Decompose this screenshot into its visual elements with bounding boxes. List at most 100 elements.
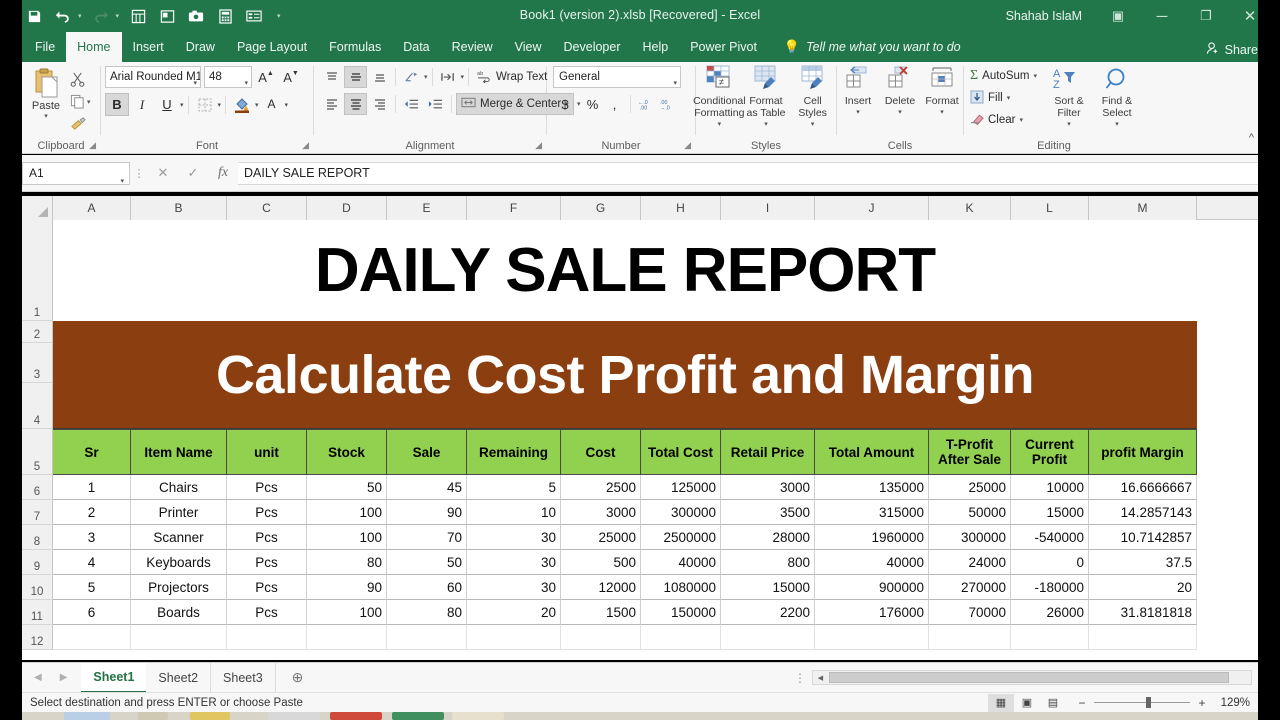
column-header-I[interactable]: I <box>721 196 815 220</box>
row-header-9[interactable]: 9 <box>22 550 53 575</box>
table-cell[interactable]: 6 <box>53 600 131 625</box>
paste-dropdown-caret[interactable]: ▾ <box>44 112 48 120</box>
table-cell[interactable]: 20 <box>1089 575 1197 600</box>
fill-button[interactable]: Fill ▾ <box>970 88 1037 108</box>
table-cell[interactable]: 300000 <box>929 525 1011 550</box>
tab-file[interactable]: File <box>24 32 66 62</box>
table-header-cell[interactable]: Remaining <box>467 429 561 475</box>
table-row[interactable]: 1 Chairs Pcs 50 45 5 2500 125000 3000 135000 25000… <box>53 475 1197 500</box>
clipboard-dialog-launcher[interactable]: ◢ <box>89 137 96 153</box>
table-cell[interactable]: 100 <box>307 500 387 525</box>
table-cell[interactable] <box>53 625 131 650</box>
taskbar-item-3[interactable] <box>190 712 230 720</box>
tab-help[interactable]: Help <box>632 32 680 62</box>
tab-review[interactable]: Review <box>441 32 504 62</box>
scroll-left-arrow[interactable]: ◀ <box>813 674 828 682</box>
underline-button[interactable]: U <box>155 93 179 116</box>
increase-decimal-button[interactable]: ←.0.00 <box>636 93 656 115</box>
decrease-decimal-button[interactable]: .00 →.0 <box>658 93 678 115</box>
table-cell[interactable]: 40000 <box>641 550 721 575</box>
table-cell[interactable] <box>307 625 387 650</box>
table-cell[interactable]: -540000 <box>1011 525 1089 550</box>
enter-formula-icon[interactable]: ✓ <box>178 165 208 181</box>
table-cell[interactable]: 270000 <box>929 575 1011 600</box>
formula-input[interactable]: DAILY SALE REPORT ▾ <box>238 161 1272 185</box>
table-cell[interactable]: Boards <box>131 600 227 625</box>
number-format-select[interactable]: General ▾ <box>553 66 681 88</box>
font-color-button[interactable]: A <box>260 93 284 116</box>
table-cell[interactable]: 1 <box>53 475 131 500</box>
table-cell[interactable]: 176000 <box>815 600 929 625</box>
table-cell[interactable]: 60 <box>387 575 467 600</box>
table-cell[interactable]: 40000 <box>815 550 929 575</box>
row-header-1[interactable]: 1 <box>22 220 53 321</box>
clear-button[interactable]: Clear ▾ <box>970 110 1037 130</box>
table-cell[interactable]: 100 <box>307 525 387 550</box>
column-header-J[interactable]: J <box>815 196 929 220</box>
share-button[interactable]: Share <box>1206 42 1258 58</box>
table-cell[interactable]: 80 <box>387 600 467 625</box>
number-format-caret[interactable]: ▾ <box>673 74 677 94</box>
table-cell[interactable]: 15000 <box>1011 500 1089 525</box>
comma-style-button[interactable]: , <box>605 93 625 115</box>
sheet-tab-sheet3[interactable]: Sheet3 <box>211 662 276 693</box>
table-cell[interactable]: 50 <box>307 475 387 500</box>
zoom-in-button[interactable]: + <box>1196 696 1208 710</box>
format-as-table-button[interactable]: Format as Table ▾ <box>743 64 789 131</box>
zoom-percentage[interactable]: 129% <box>1214 697 1250 709</box>
name-box-caret[interactable]: ▾ <box>120 171 124 192</box>
cell-styles-caret[interactable]: ▾ <box>811 119 815 131</box>
tab-developer[interactable]: Developer <box>553 32 632 62</box>
align-bottom-button[interactable] <box>368 66 391 88</box>
table-cell[interactable]: 3500 <box>721 500 815 525</box>
table-cell[interactable]: 50 <box>387 550 467 575</box>
table-cell[interactable] <box>1011 625 1089 650</box>
collapse-ribbon-button[interactable]: ^ <box>1249 132 1254 144</box>
table-cell[interactable]: 25000 <box>929 475 1011 500</box>
taskbar-item-6[interactable] <box>392 712 444 720</box>
column-header-K[interactable]: K <box>929 196 1011 220</box>
page-break-preview-button[interactable]: ▤ <box>1040 694 1066 712</box>
table-cell[interactable]: 30 <box>467 550 561 575</box>
font-name-caret[interactable]: ▾ <box>193 74 197 87</box>
table-cell[interactable]: Pcs <box>227 550 307 575</box>
cancel-formula-icon[interactable]: ✕ <box>148 165 178 181</box>
copy-button[interactable]: ▾ <box>70 92 91 111</box>
taskbar-item-5[interactable] <box>330 712 382 720</box>
table-cell[interactable]: -180000 <box>1011 575 1089 600</box>
table-cell[interactable]: 20 <box>467 600 561 625</box>
paste-button[interactable]: Paste ▾ <box>22 66 70 120</box>
table-cell[interactable]: Pcs <box>227 475 307 500</box>
table-row[interactable]: 2 Printer Pcs 100 90 10 3000 300000 3500 315000 50… <box>53 500 1197 525</box>
sort-and-filter-button[interactable]: AZ Sort & Filter ▾ <box>1045 66 1093 131</box>
font-size-input[interactable]: 48 ▾ <box>204 66 252 88</box>
horizontal-scrollbar[interactable]: ◀ <box>812 670 1252 685</box>
cell-styles-button[interactable]: Cell Styles ▾ <box>790 64 836 131</box>
table-cell[interactable]: Projectors <box>131 575 227 600</box>
zoom-slider[interactable] <box>1094 697 1190 708</box>
table-cell[interactable]: Scanner <box>131 525 227 550</box>
table-cell[interactable] <box>387 625 467 650</box>
new-sheet-button[interactable]: ⊕ <box>292 669 304 686</box>
row-header-12[interactable]: 12 <box>22 625 53 650</box>
align-top-button[interactable] <box>320 66 343 88</box>
find-and-select-button[interactable]: Find & Select ▾ <box>1093 66 1141 131</box>
table-cell[interactable]: 24000 <box>929 550 1011 575</box>
horizontal-scroll-thumb[interactable] <box>829 672 1229 683</box>
column-header-L[interactable]: L <box>1011 196 1089 220</box>
table-header-cell[interactable]: Current Profit <box>1011 429 1089 475</box>
format-cells-button[interactable]: Format ▾ <box>922 64 962 119</box>
column-header-D[interactable]: D <box>307 196 387 220</box>
tab-insert[interactable]: Insert <box>122 32 175 62</box>
conditional-formatting-button[interactable]: ≠ Conditional Formatting ▾ <box>693 64 746 131</box>
align-middle-button[interactable] <box>344 66 367 88</box>
table-cell[interactable]: 0 <box>1011 550 1089 575</box>
insert-cells-button[interactable]: Insert ▾ <box>838 64 878 119</box>
row-header-6[interactable]: 6 <box>22 475 53 500</box>
copy-dropdown-caret[interactable]: ▾ <box>87 98 91 106</box>
table-cell[interactable] <box>227 625 307 650</box>
delete-cells-caret[interactable]: ▾ <box>898 107 902 119</box>
sort-filter-caret[interactable]: ▾ <box>1067 119 1071 131</box>
indent-direction-button[interactable] <box>437 66 460 88</box>
table-row[interactable] <box>53 625 1197 650</box>
